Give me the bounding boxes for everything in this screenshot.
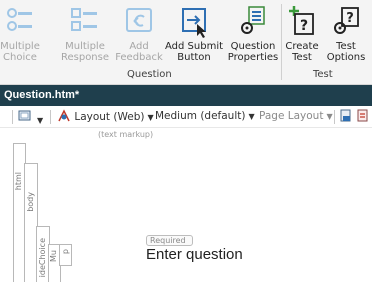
test-options-label: Test Options (326, 41, 366, 63)
chevron-down-icon: ▼ (248, 112, 255, 121)
page-layout-dropdown[interactable]: Page Layout ▼ (259, 110, 333, 122)
pdf-preview-button[interactable] (356, 109, 370, 126)
choice-tag-label: ideChoice (38, 238, 47, 278)
medium-label: Medium (default) (155, 110, 246, 122)
toolbar-divider (50, 110, 51, 124)
question-group-label: Question (127, 69, 172, 80)
question-properties-icon (241, 6, 265, 34)
ribbon: Multiple Choice Multiple Response Add Fe… (0, 0, 372, 85)
view-mode-icon (18, 110, 31, 121)
create-test-icon: ? (289, 6, 314, 35)
test-group-label: Test (313, 69, 333, 80)
p-tag-label: p (61, 249, 70, 255)
chevron-down-icon: ▼ (37, 116, 44, 125)
layout-icon (58, 109, 70, 122)
question-properties-label: Question Properties (227, 41, 279, 63)
create-test-button[interactable]: ? Create Test (284, 2, 320, 68)
group-divider (281, 4, 282, 80)
multiple-response-button[interactable]: Multiple Response (60, 2, 110, 68)
editor-toolbar: ▼ Layout (Web) ▼ Medium (default) ▼ Page L… (0, 107, 372, 128)
body-tag-label: body (26, 192, 35, 212)
add-feedback-label: Add Feedback (115, 41, 163, 63)
test-options-icon: ? (334, 7, 359, 34)
mu-tag-label: Mu (49, 250, 58, 262)
toolbar-divider (12, 110, 13, 124)
chevron-down-icon: ▼ (326, 112, 333, 121)
add-submit-label: Add Submit Button (165, 41, 224, 63)
multiple-choice-button[interactable]: Multiple Choice (0, 2, 40, 68)
question-properties-button[interactable]: Question Properties (227, 2, 279, 68)
test-options-button[interactable]: ? Test Options (324, 2, 368, 68)
add-feedback-icon (126, 8, 152, 32)
add-submit-button[interactable]: Add Submit Button (165, 2, 223, 68)
print-preview-button[interactable] (339, 109, 353, 126)
toolbar-divider (334, 110, 335, 124)
document-tab[interactable]: Question.htm* (0, 85, 372, 106)
text-markup-hint: (text markup) (98, 130, 154, 139)
html-tag-label: html (14, 172, 23, 191)
layout-label: Layout (Web) (74, 111, 145, 123)
pdf-preview-icon (357, 109, 368, 122)
chevron-down-icon: ▼ (147, 113, 154, 122)
required-badge: Required (146, 235, 193, 246)
page-layout-label: Page Layout (259, 110, 324, 122)
view-mode-dropdown[interactable]: ▼ (18, 109, 43, 126)
add-submit-icon (182, 8, 206, 38)
create-test-label: Create Test (285, 41, 319, 63)
svg-text:?: ? (300, 18, 308, 34)
multiple-choice-icon (7, 8, 32, 31)
svg-text:?: ? (346, 11, 354, 26)
add-feedback-button[interactable]: Add Feedback (115, 2, 163, 68)
medium-dropdown[interactable]: Medium (default) ▼ (155, 110, 255, 122)
multiple-response-icon (71, 8, 97, 31)
multiple-choice-label: Multiple Choice (0, 41, 40, 63)
document-title: Question.htm* (4, 89, 80, 101)
question-text-field[interactable]: Enter question (146, 246, 243, 263)
multiple-response-label: Multiple Response (60, 41, 110, 63)
layout-dropdown[interactable]: Layout (Web) ▼ (57, 109, 154, 123)
print-preview-icon (340, 109, 351, 122)
p-tag-bar[interactable] (59, 244, 72, 266)
